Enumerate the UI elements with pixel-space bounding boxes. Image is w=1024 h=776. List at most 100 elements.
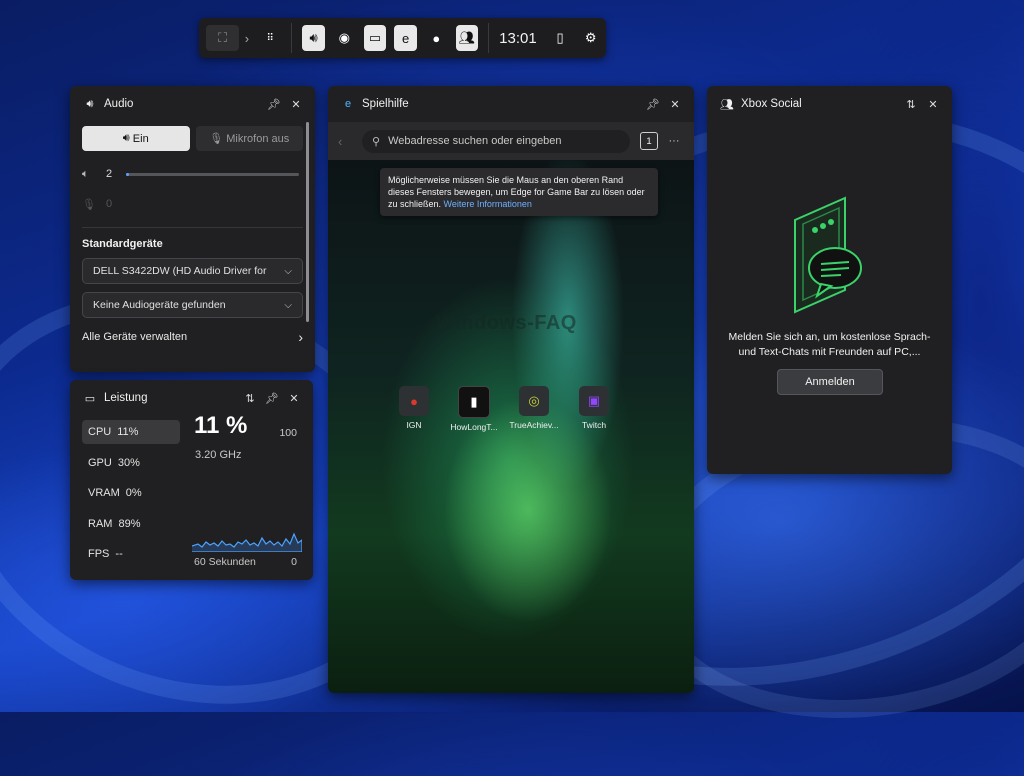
chevron-right-icon: › bbox=[298, 329, 303, 345]
more-info-link[interactable]: Weitere Informationen bbox=[444, 199, 532, 209]
browser-content: Möglicherweise müssen Sie die Maus an de… bbox=[328, 160, 694, 693]
trueachievements-icon: ◎ bbox=[519, 386, 549, 416]
signin-message: Melden Sie sich an, um kostenlose Sprach… bbox=[728, 331, 931, 358]
mic-off-button[interactable]: 🎙︎ Mikrofon aus bbox=[195, 126, 303, 151]
input-device-value: Keine Audiogeräte gefunden bbox=[93, 299, 226, 311]
spielhilfe-panel: e Spielhilfe 📌︎ ✕ ‹ ⚲ Webadresse suchen … bbox=[328, 86, 694, 693]
mic-volume-value: 0 bbox=[106, 198, 113, 210]
spielhilfe-title-bar: e Spielhilfe 📌︎ ✕ bbox=[328, 86, 694, 122]
options-icon[interactable]: ⇅ bbox=[241, 392, 259, 405]
address-bar[interactable]: ⚲ Webadresse suchen oder eingeben bbox=[362, 129, 630, 153]
settings-icon[interactable]: ⚙ bbox=[579, 25, 602, 51]
audio-title-bar: 🔊︎ Audio 📌︎ ✕ bbox=[70, 86, 315, 122]
output-device-value: DELL S3422DW (HD Audio Driver for bbox=[93, 265, 267, 277]
spielhilfe-title: Spielhilfe bbox=[362, 98, 409, 110]
xbox-social-title-bar: 👥︎ Xbox Social ⇅ ✕ bbox=[707, 86, 952, 122]
close-icon[interactable]: ✕ bbox=[666, 98, 684, 111]
browser-toolbar: ‹ ⚲ Webadresse suchen oder eingeben 1 ··… bbox=[328, 122, 694, 160]
manage-devices-link[interactable]: Alle Geräte verwalten › bbox=[82, 326, 303, 348]
volume-slider-fill bbox=[126, 172, 130, 176]
metric-label: CPU bbox=[88, 426, 112, 438]
quick-link-trueachievements[interactable]: ◎ TrueAchiev... bbox=[509, 386, 559, 432]
clock: 13:01 bbox=[499, 29, 537, 47]
ign-icon: ● bbox=[399, 386, 429, 416]
performance-panel: ▭ Leistung ⇅ 📌︎ ✕ CPU 11% GPU 30% VRAM 0% R… bbox=[70, 380, 313, 580]
manage-devices-label: Alle Geräte verwalten bbox=[82, 331, 188, 343]
metric-vram[interactable]: VRAM 0% bbox=[82, 481, 180, 505]
speaker-icon: 🔈︎ bbox=[82, 167, 89, 180]
chevron-right-icon[interactable]: › bbox=[239, 31, 255, 46]
edge-icon[interactable]: e bbox=[394, 25, 417, 51]
close-icon[interactable]: ✕ bbox=[924, 98, 942, 111]
xbox-social-title: Xbox Social bbox=[741, 98, 802, 110]
volume-slider[interactable] bbox=[126, 172, 299, 176]
metric-value: 30% bbox=[117, 456, 140, 469]
close-icon[interactable]: ✕ bbox=[287, 98, 305, 111]
input-device-select[interactable]: Keine Audiogeräte gefunden ⌵ bbox=[82, 292, 303, 318]
cpu-usage-graph bbox=[192, 532, 302, 552]
performance-icon[interactable]: ▭ bbox=[363, 25, 387, 51]
divider bbox=[488, 23, 490, 53]
pin-icon[interactable]: 📌︎ bbox=[644, 98, 662, 111]
output-volume-row: 🔈︎ 2 bbox=[82, 159, 303, 189]
quick-link-twitch[interactable]: ▣ Twitch bbox=[578, 386, 610, 432]
chevron-down-icon: ⌵ bbox=[284, 265, 292, 277]
output-on-button[interactable]: 🔊︎ Ein bbox=[82, 126, 190, 151]
quick-link-label: IGN bbox=[406, 420, 422, 430]
pin-icon[interactable]: 📌︎ bbox=[263, 392, 281, 405]
graph-window-label: 60 Sekunden bbox=[194, 556, 256, 568]
quick-link-howlongtobeat[interactable]: ▮ HowLongT... bbox=[450, 386, 498, 432]
edge-icon: e bbox=[344, 98, 352, 110]
mic-volume-row: 🎙︎ 0 bbox=[82, 189, 303, 219]
default-devices-heading: Standardgeräte bbox=[82, 238, 163, 250]
audio-panel: 🔊︎ Audio 📌︎ ✕ 🔊︎ Ein 🎙︎ Mikrofon aus 🔈︎ … bbox=[70, 86, 315, 372]
metric-label: VRAM bbox=[88, 487, 120, 499]
twitch-icon: ▣ bbox=[579, 386, 609, 416]
tab-count-button[interactable]: 1 bbox=[640, 132, 658, 150]
metric-ram[interactable]: RAM 89% bbox=[82, 512, 180, 536]
mouse-icon[interactable]: ▯ bbox=[549, 25, 572, 51]
xbox-social-icon[interactable]: 👥︎ bbox=[455, 25, 479, 51]
tips-icon[interactable]: ● bbox=[425, 25, 448, 51]
audio-icon[interactable]: 🔊︎ bbox=[302, 25, 325, 51]
performance-icon: ▭ bbox=[84, 392, 96, 405]
close-icon[interactable]: ✕ bbox=[285, 392, 303, 405]
quick-link-ign[interactable]: ● IGN bbox=[398, 386, 430, 432]
audio-title: Audio bbox=[104, 98, 134, 110]
widget-menu-icon[interactable]: ⠿ bbox=[259, 25, 282, 51]
chevron-down-icon: ⌵ bbox=[284, 299, 292, 311]
signin-button[interactable]: Anmelden bbox=[777, 369, 883, 395]
metric-value: 89% bbox=[118, 517, 141, 530]
output-volume-value: 2 bbox=[106, 168, 113, 180]
back-icon[interactable]: ‹ bbox=[338, 134, 356, 149]
info-tooltip: Möglicherweise müssen Sie die Maus an de… bbox=[380, 168, 658, 216]
address-placeholder: Webadresse suchen oder eingeben bbox=[388, 135, 562, 147]
widget-home-icon[interactable]: ⛶ bbox=[206, 25, 240, 51]
metric-fps[interactable]: FPS -- bbox=[82, 542, 180, 566]
quick-links: ● IGN ▮ HowLongT... ◎ TrueAchiev... ▣ Tw… bbox=[398, 386, 610, 432]
metric-gpu[interactable]: GPU 30% bbox=[82, 451, 180, 475]
speaker-icon: 🔊︎ bbox=[86, 97, 94, 110]
watermark: Windows-FAQ bbox=[436, 312, 577, 334]
metric-cpu[interactable]: CPU 11% bbox=[82, 420, 180, 444]
quick-link-label: HowLongT... bbox=[450, 422, 498, 432]
performance-title: Leistung bbox=[104, 392, 148, 404]
scrollbar[interactable] bbox=[306, 122, 309, 322]
xbox-social-panel: 👥︎ Xbox Social ⇅ ✕ Melden Sie sich an, u… bbox=[707, 86, 952, 474]
quick-link-label: TrueAchiev... bbox=[509, 420, 559, 430]
chat-illustration-icon bbox=[794, 196, 862, 314]
output-device-select[interactable]: DELL S3422DW (HD Audio Driver for ⌵ bbox=[82, 258, 303, 284]
options-icon[interactable]: ⇅ bbox=[902, 98, 920, 111]
graph-min-label: 0 bbox=[291, 556, 297, 568]
search-icon: ⚲ bbox=[372, 135, 381, 148]
divider bbox=[82, 227, 303, 228]
pin-icon[interactable]: 📌︎ bbox=[265, 98, 283, 111]
quick-link-label: Twitch bbox=[581, 420, 607, 430]
people-icon: 👥︎ bbox=[720, 98, 734, 111]
divider bbox=[291, 23, 293, 53]
more-icon[interactable]: ··· bbox=[664, 135, 684, 147]
graph-max-label: 100 bbox=[279, 427, 297, 439]
game-bar: ⛶ › ⠿ 🔊︎ ◉ ▭ e ● 👥︎ 13:01 ▯ ⚙ bbox=[199, 18, 606, 58]
metric-value: 0% bbox=[125, 487, 142, 499]
capture-icon[interactable]: ◉ bbox=[333, 25, 356, 51]
